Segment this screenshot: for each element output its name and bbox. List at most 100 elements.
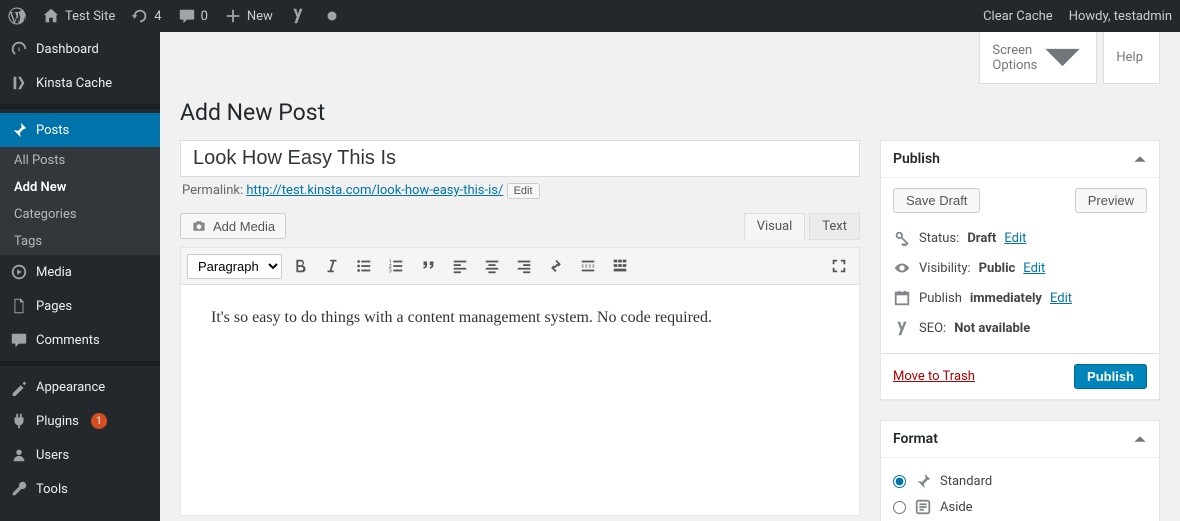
publish-metabox-header[interactable]: Publish [881, 141, 1159, 178]
menu-comments[interactable]: Comments [0, 323, 160, 357]
my-account-link[interactable]: Howdy, testadmin [1061, 0, 1180, 32]
publish-metabox: Publish Save Draft Preview Status: Draft… [880, 140, 1160, 400]
list-ol-icon: 123 [387, 257, 405, 275]
menu-tools[interactable]: Tools [0, 472, 160, 506]
screen-meta-links: Screen Options Help [180, 32, 1160, 84]
dashboard-icon [10, 40, 28, 58]
link-icon [547, 257, 565, 275]
quote-button[interactable] [414, 252, 442, 280]
submenu-tags[interactable]: Tags [0, 228, 160, 255]
toolbar-toggle-button[interactable] [606, 252, 634, 280]
add-media-button[interactable]: Add Media [180, 213, 286, 239]
menu-separator [0, 361, 160, 366]
wordpress-icon [8, 7, 26, 25]
format-select[interactable]: Paragraph [187, 254, 282, 279]
bold-button[interactable] [286, 252, 314, 280]
tab-text[interactable]: Text [809, 213, 860, 240]
pages-icon [10, 297, 28, 315]
italic-button[interactable] [318, 252, 346, 280]
align-center-button[interactable] [478, 252, 506, 280]
screen-options-toggle[interactable]: Screen Options [979, 32, 1097, 84]
dot-icon [323, 7, 341, 25]
comments-link[interactable]: 0 [170, 0, 216, 32]
yoast-icon [289, 7, 307, 25]
visibility-row: Visibility: Public Edit [893, 253, 1147, 283]
fullscreen-button[interactable] [825, 252, 853, 280]
seo-row: SEO: Not available [893, 313, 1147, 343]
align-right-button[interactable] [510, 252, 538, 280]
edit-permalink-button[interactable]: Edit [507, 183, 540, 199]
pin-icon [914, 472, 932, 490]
caret-down-icon [1041, 36, 1084, 79]
submenu-categories[interactable]: Categories [0, 201, 160, 228]
caret-up-icon [1133, 152, 1147, 166]
calendar-icon [893, 289, 911, 307]
svg-text:3: 3 [389, 268, 392, 274]
update-icon [131, 7, 149, 25]
submenu-add-new[interactable]: Add New [0, 174, 160, 201]
clear-cache-link[interactable]: Clear Cache [975, 0, 1061, 32]
editor-container: Paragraph 123 It's so easy to do things … [180, 247, 860, 516]
aside-icon [914, 498, 932, 516]
edit-schedule-link[interactable]: Edit [1050, 291, 1072, 306]
tab-visual[interactable]: Visual [744, 213, 806, 240]
seo-menu[interactable] [281, 0, 315, 32]
cache-status[interactable] [315, 0, 349, 32]
new-content-link[interactable]: New [216, 0, 281, 32]
permalink-label: Permalink: [182, 183, 243, 198]
format-standard[interactable]: Standard [893, 468, 1147, 494]
users-icon [10, 446, 28, 464]
italic-icon [323, 257, 341, 275]
edit-visibility-link[interactable]: Edit [1023, 261, 1045, 276]
format-standard-radio[interactable] [893, 475, 906, 488]
wp-logo-menu[interactable] [0, 0, 34, 32]
format-aside[interactable]: Aside [893, 494, 1147, 520]
admin-toolbar: Test Site 4 0 New Clear Cache Howdy, tes… [0, 0, 1180, 32]
kitchen-sink-icon [611, 257, 629, 275]
editor-content[interactable]: It's so easy to do things with a content… [181, 285, 859, 515]
publish-button[interactable]: Publish [1074, 364, 1147, 389]
align-left-button[interactable] [446, 252, 474, 280]
editor-mode-tabs: Visual Text [740, 213, 860, 240]
move-to-trash-link[interactable]: Move to Trash [893, 369, 975, 384]
comments-count: 0 [201, 9, 208, 24]
site-name-link[interactable]: Test Site [34, 0, 123, 32]
menu-media[interactable]: Media [0, 255, 160, 289]
align-left-icon [451, 257, 469, 275]
ol-button[interactable]: 123 [382, 252, 410, 280]
menu-posts[interactable]: Posts [0, 113, 160, 147]
menu-kinsta-cache[interactable]: Kinsta Cache [0, 66, 160, 100]
submenu-all-posts[interactable]: All Posts [0, 147, 160, 174]
menu-plugins[interactable]: Plugins 1 [0, 404, 160, 438]
ul-button[interactable] [350, 252, 378, 280]
help-toggle[interactable]: Help [1103, 32, 1160, 84]
more-icon [579, 257, 597, 275]
list-ul-icon [355, 257, 373, 275]
preview-button[interactable]: Preview [1075, 188, 1147, 213]
kinsta-icon [10, 74, 28, 92]
menu-dashboard[interactable]: Dashboard [0, 32, 160, 66]
permalink-url[interactable]: http://test.kinsta.com/look-how-easy-thi… [246, 183, 503, 198]
edit-status-link[interactable]: Edit [1004, 231, 1026, 246]
media-icon [10, 263, 28, 281]
format-metabox: Format Standard Aside [880, 420, 1160, 521]
format-aside-radio[interactable] [893, 501, 906, 514]
format-metabox-header[interactable]: Format [881, 421, 1159, 458]
plugins-update-badge: 1 [91, 413, 107, 429]
menu-appearance[interactable]: Appearance [0, 370, 160, 404]
menu-pages[interactable]: Pages [0, 289, 160, 323]
save-draft-button[interactable]: Save Draft [893, 188, 980, 213]
status-row: Status: Draft Edit [893, 223, 1147, 253]
fullscreen-icon [830, 257, 848, 275]
posts-submenu: All Posts Add New Categories Tags [0, 147, 160, 255]
menu-users[interactable]: Users [0, 438, 160, 472]
updates-link[interactable]: 4 [123, 0, 169, 32]
read-more-button[interactable] [574, 252, 602, 280]
menu-separator [0, 104, 160, 109]
site-name: Test Site [65, 9, 115, 24]
schedule-row: Publish immediately Edit [893, 283, 1147, 313]
link-button[interactable] [542, 252, 570, 280]
key-icon [893, 229, 911, 247]
post-title-input[interactable] [180, 140, 860, 177]
plugins-icon [10, 412, 28, 430]
